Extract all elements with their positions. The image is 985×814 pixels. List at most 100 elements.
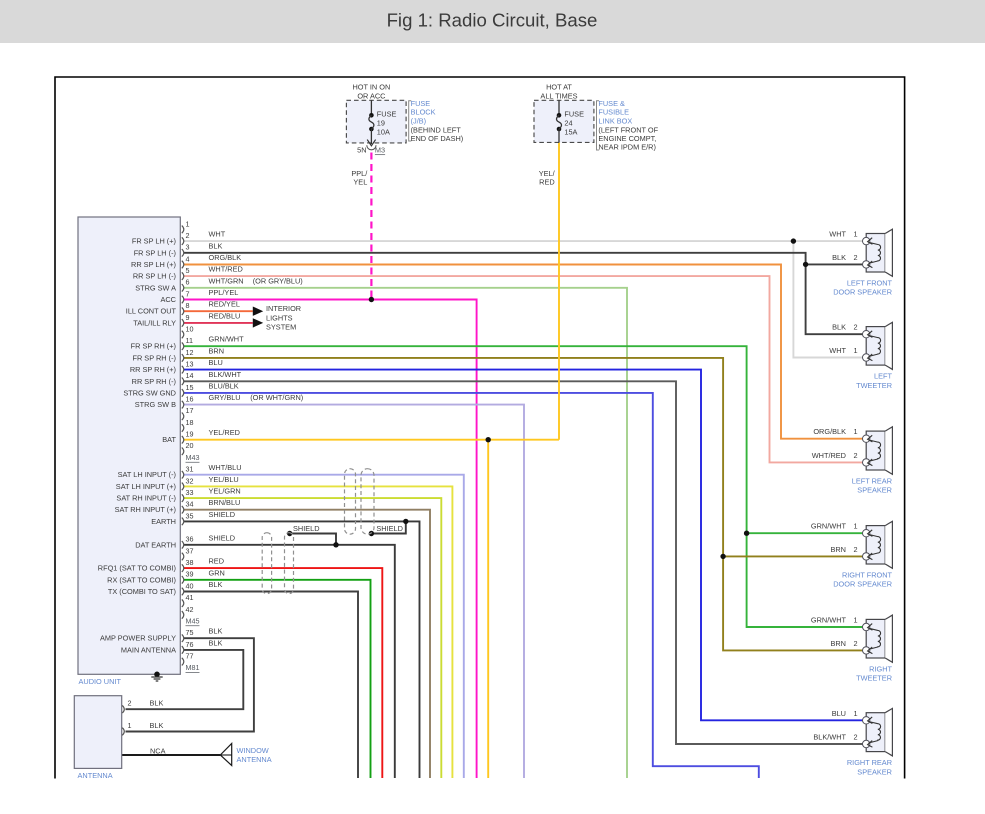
- svg-text:(OR GRY/BLU): (OR GRY/BLU): [253, 276, 303, 285]
- svg-text:2: 2: [854, 639, 858, 648]
- svg-text:16: 16: [186, 395, 194, 404]
- svg-text:BLK: BLK: [832, 323, 846, 332]
- svg-text:17: 17: [186, 406, 194, 415]
- svg-text:SAT RH INPUT (+): SAT RH INPUT (+): [115, 505, 176, 514]
- svg-text:RIGHT REAR: RIGHT REAR: [847, 758, 892, 767]
- svg-text:WHT/GRN: WHT/GRN: [209, 276, 244, 285]
- svg-text:WHT/BLU: WHT/BLU: [209, 463, 242, 472]
- svg-text:76: 76: [186, 640, 194, 649]
- svg-text:PPL/YEL: PPL/YEL: [209, 288, 239, 297]
- svg-text:WHT: WHT: [829, 346, 846, 355]
- svg-text:ANTENNA: ANTENNA: [78, 771, 113, 780]
- svg-text:Fig 1: Radio Circuit, Base: Fig 1: Radio Circuit, Base: [387, 10, 598, 31]
- svg-text:FR SP RH (-): FR SP RH (-): [132, 353, 176, 362]
- svg-text:M43: M43: [186, 453, 200, 462]
- svg-text:4: 4: [186, 254, 190, 263]
- svg-text:TAIL/ILL RLY: TAIL/ILL RLY: [133, 318, 176, 327]
- svg-text:DOOR SPEAKER: DOOR SPEAKER: [833, 288, 892, 297]
- svg-text:SHIELD: SHIELD: [209, 533, 236, 542]
- svg-text:GRN/WHT: GRN/WHT: [811, 522, 847, 531]
- svg-text:9: 9: [186, 313, 190, 322]
- svg-text:DAT EARTH: DAT EARTH: [135, 540, 176, 549]
- svg-text:SHIELD: SHIELD: [293, 524, 320, 533]
- svg-text:STRG SW A: STRG SW A: [135, 283, 176, 292]
- svg-text:ORG/BLK: ORG/BLK: [209, 253, 242, 262]
- svg-text:77: 77: [186, 652, 194, 661]
- svg-text:LIGHTS: LIGHTS: [266, 313, 293, 322]
- svg-text:RED/YEL: RED/YEL: [209, 300, 240, 309]
- svg-text:38: 38: [186, 558, 194, 567]
- svg-text:2: 2: [854, 323, 858, 332]
- svg-text:8: 8: [186, 301, 190, 310]
- svg-text:WHT/RED: WHT/RED: [209, 265, 243, 274]
- svg-text:SPEAKER: SPEAKER: [857, 486, 892, 495]
- svg-text:SAT LH INPUT (+): SAT LH INPUT (+): [116, 482, 176, 491]
- svg-text:BLOCK: BLOCK: [411, 108, 436, 117]
- svg-text:YEL/GRN: YEL/GRN: [209, 487, 241, 496]
- svg-text:7: 7: [186, 289, 190, 298]
- svg-text:2: 2: [128, 699, 132, 708]
- svg-text:HOT AT: HOT AT: [546, 82, 572, 91]
- svg-text:41: 41: [186, 593, 194, 602]
- svg-text:2: 2: [854, 253, 858, 262]
- svg-text:RED/BLU: RED/BLU: [209, 311, 241, 320]
- svg-text:NEAR IPDM E/R): NEAR IPDM E/R): [598, 143, 656, 152]
- svg-text:RR SP RH (+): RR SP RH (+): [130, 365, 176, 374]
- svg-text:WINDOW: WINDOW: [237, 746, 269, 755]
- svg-text:(OR WHT/GRN): (OR WHT/GRN): [250, 393, 303, 402]
- svg-text:SPEAKER: SPEAKER: [857, 767, 892, 776]
- svg-text:BLK: BLK: [150, 699, 164, 708]
- svg-text:SAT RH INPUT (-): SAT RH INPUT (-): [116, 494, 176, 503]
- svg-text:FUSIBLE: FUSIBLE: [598, 108, 629, 117]
- svg-text:LEFT: LEFT: [874, 371, 892, 380]
- svg-text:WHT: WHT: [829, 230, 846, 239]
- svg-text:RIGHT FRONT: RIGHT FRONT: [842, 570, 893, 579]
- svg-text:YEL/BLU: YEL/BLU: [209, 475, 239, 484]
- svg-text:FUSE: FUSE: [564, 110, 584, 119]
- svg-text:FR SP RH (+): FR SP RH (+): [131, 342, 176, 351]
- svg-text:FUSE &: FUSE &: [598, 99, 625, 108]
- svg-text:32: 32: [186, 476, 194, 485]
- svg-text:19: 19: [377, 119, 385, 128]
- svg-text:BLK: BLK: [832, 253, 846, 262]
- svg-text:24: 24: [564, 119, 572, 128]
- svg-text:END OF DASH): END OF DASH): [411, 134, 464, 143]
- svg-text:2: 2: [854, 451, 858, 460]
- svg-text:11: 11: [186, 336, 193, 345]
- svg-text:BAT: BAT: [162, 435, 176, 444]
- svg-text:(J/B): (J/B): [411, 117, 427, 126]
- svg-text:FR SP LH (+): FR SP LH (+): [132, 237, 176, 246]
- svg-text:RIGHT: RIGHT: [869, 664, 892, 673]
- svg-text:HOT IN ON: HOT IN ON: [352, 82, 390, 91]
- svg-text:RR SP LH (-): RR SP LH (-): [133, 272, 176, 281]
- svg-text:LEFT FRONT: LEFT FRONT: [847, 278, 893, 287]
- svg-text:TWEETER: TWEETER: [856, 381, 892, 390]
- svg-text:19: 19: [186, 430, 194, 439]
- svg-text:35: 35: [186, 511, 194, 520]
- svg-text:RR SP LH (+): RR SP LH (+): [131, 260, 176, 269]
- svg-text:BRN: BRN: [209, 346, 225, 355]
- svg-text:LINK BOX: LINK BOX: [598, 117, 632, 126]
- svg-text:DOOR SPEAKER: DOOR SPEAKER: [833, 580, 892, 589]
- svg-text:OR ACC: OR ACC: [357, 92, 386, 101]
- svg-text:WHT: WHT: [209, 230, 226, 239]
- svg-text:YEL/RED: YEL/RED: [209, 428, 240, 437]
- svg-text:40: 40: [186, 581, 194, 590]
- svg-text:15A: 15A: [564, 128, 577, 137]
- svg-text:M81: M81: [186, 663, 200, 672]
- svg-text:ANTENNA: ANTENNA: [237, 755, 272, 764]
- svg-text:BLK: BLK: [209, 627, 223, 636]
- svg-text:EARTH: EARTH: [151, 517, 176, 526]
- svg-text:BLU: BLU: [832, 709, 846, 718]
- svg-text:YEL: YEL: [353, 178, 367, 187]
- svg-text:LEFT REAR: LEFT REAR: [852, 476, 892, 485]
- svg-text:FUSE: FUSE: [377, 110, 397, 119]
- svg-text:14: 14: [186, 371, 194, 380]
- svg-text:BLK: BLK: [209, 580, 223, 589]
- svg-text:10A: 10A: [377, 128, 390, 137]
- svg-text:NCA: NCA: [150, 747, 166, 756]
- svg-text:31: 31: [186, 465, 194, 474]
- svg-text:1: 1: [186, 219, 190, 228]
- svg-text:15: 15: [186, 383, 194, 392]
- svg-text:39: 39: [186, 570, 194, 579]
